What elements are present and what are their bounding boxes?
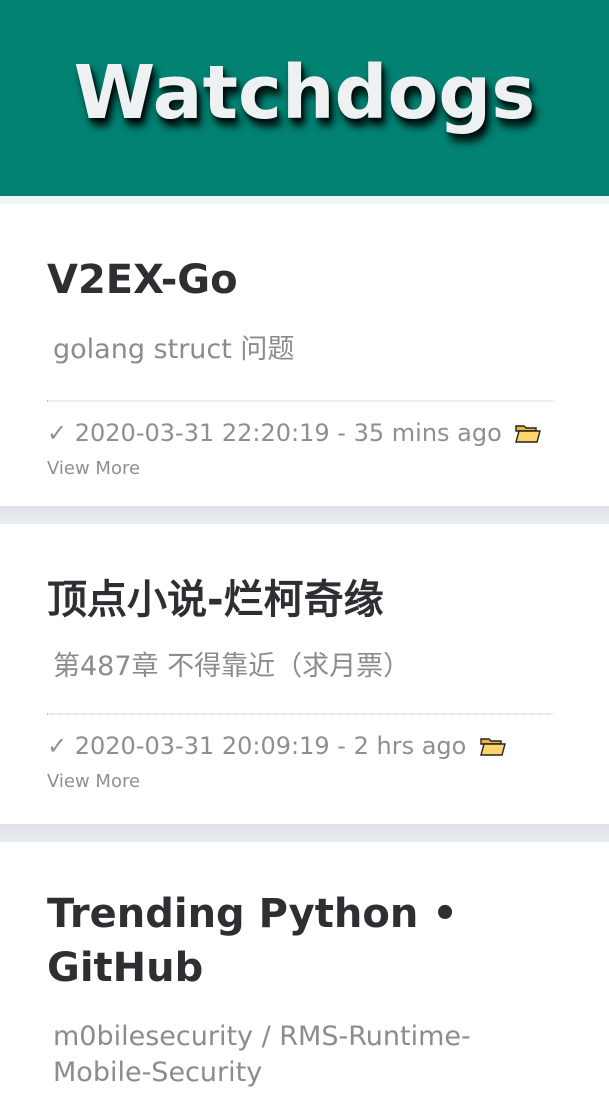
feed-card-github-trending: Trending Python • GitHub m0bilesecurity … — [0, 842, 609, 1093]
meta-separator: - — [337, 419, 346, 447]
site-title: Watchdogs — [73, 50, 536, 136]
folder-icon — [515, 425, 542, 443]
card-timestamp: 2020-03-31 20:09:19 — [74, 732, 330, 760]
card-title[interactable]: 顶点小说-烂柯奇缘 — [47, 573, 554, 627]
folder-icon — [480, 738, 506, 756]
card-title[interactable]: V2EX-Go — [47, 253, 554, 307]
meta-separator: - — [337, 732, 346, 760]
check-icon: ✓ — [47, 419, 68, 447]
card-title[interactable]: Trending Python • GitHub — [47, 887, 554, 995]
card-timestamp: 2020-03-31 22:20:19 — [74, 419, 330, 447]
card-meta: ✓ 2020-03-31 20:09:19 - 2 hrs ago View M… — [47, 730, 554, 798]
card-description[interactable]: m0bilesecurity / RMS-Runtime-Mobile-Secu… — [47, 1019, 554, 1091]
card-relative-time: 2 hrs ago — [353, 732, 467, 760]
check-icon: ✓ — [47, 732, 68, 760]
card-gap — [0, 824, 609, 842]
card-meta: ✓ 2020-03-31 22:20:19 - 35 mins ago View… — [47, 417, 554, 485]
feed-card-novel: 顶点小说-烂柯奇缘 第487章 不得靠近（求月票） ✓ 2020-03-31 2… — [0, 524, 609, 824]
card-description[interactable]: 第487章 不得靠近（求月票） — [47, 649, 554, 685]
feed-card-v2ex: V2EX-Go golang struct 问题 ✓ 2020-03-31 22… — [0, 204, 609, 506]
card-description[interactable]: golang struct 问题 — [47, 332, 554, 368]
page: Watchdogs V2EX-Go golang struct 问题 ✓ 202… — [0, 0, 609, 1093]
view-more-link[interactable]: View More — [47, 771, 140, 792]
site-header: Watchdogs — [0, 0, 609, 204]
view-more-link[interactable]: View More — [47, 458, 140, 479]
card-relative-time: 35 mins ago — [353, 419, 502, 447]
card-gap — [0, 506, 609, 524]
